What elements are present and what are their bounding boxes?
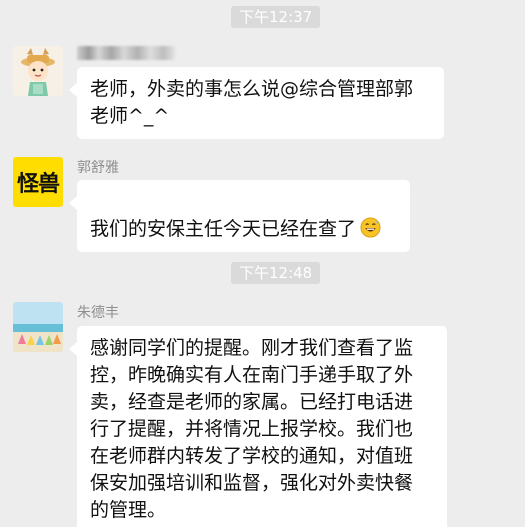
avatar-text: 怪兽 <box>16 172 60 197</box>
beach-chairs-avatar-icon <box>13 302 63 352</box>
message-bubble[interactable]: 我们的安保主任今天已经在查了 <box>69 180 410 252</box>
timestamp: 下午12:48 <box>231 262 321 284</box>
message-bubble[interactable]: 老师，外卖的事怎么说@综合管理部郭 老师^_^ <box>69 67 444 139</box>
grinning-sweat-emoji-icon <box>360 217 381 238</box>
cartoon-girl-avatar-icon <box>13 46 63 96</box>
sender-name: 朱德丰 <box>77 305 119 321</box>
sender-name-blurred <box>77 46 175 60</box>
avatar-cartoon-girl[interactable] <box>13 46 63 96</box>
avatar-beach-chairs[interactable] <box>13 302 63 352</box>
timestamp: 下午12:37 <box>231 6 321 28</box>
chat-conversation: 下午12:37 老师，外卖的事怎么说@综合管理部郭 老师^_^ 怪兽 郭舒雅 我… <box>0 0 525 527</box>
message-bubble[interactable]: 感谢同学们的提醒。刚才我们查看了监 控，昨晚确实有人在南门手递手取了外 卖，经查… <box>69 326 447 527</box>
message-text: 我们的安保主任今天已经在查了 <box>90 218 357 240</box>
avatar-monster-text[interactable]: 怪兽 <box>13 157 63 207</box>
sender-name: 郭舒雅 <box>77 160 119 176</box>
